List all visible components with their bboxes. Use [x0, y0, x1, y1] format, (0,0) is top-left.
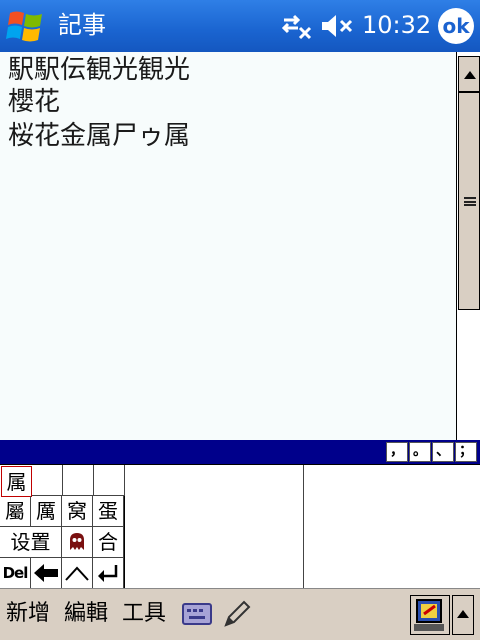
pen-icon[interactable] — [222, 599, 252, 633]
candidate-cell[interactable]: 合 — [93, 527, 124, 558]
note-document[interactable]: 駅駅伝観光観光 櫻花 桜花金属尸ゥ属 — [0, 52, 456, 440]
up-arrow-icon — [457, 610, 469, 618]
empty-cell — [32, 465, 63, 496]
tools-menu[interactable]: 工具 — [122, 599, 166, 629]
edit-menu[interactable]: 編輯 — [64, 599, 108, 629]
app-title: 記事 — [58, 11, 106, 39]
candidate-cell[interactable]: 厲 — [31, 496, 62, 527]
caret-up-icon — [65, 566, 89, 581]
writing-area-divider — [303, 465, 304, 589]
vertical-scrollbar[interactable] — [456, 52, 480, 440]
menu-bar: 新增 編輯 工具 — [0, 588, 480, 640]
grip-icon — [464, 197, 476, 206]
input-panel: 属 屬 厲 窝 蛋 设置 合 Del — [0, 464, 480, 589]
caret-button[interactable] — [62, 558, 93, 589]
title-bar: 記事 10:32 ok — [0, 0, 480, 52]
input-method-menu-button[interactable] — [452, 595, 474, 635]
document-line[interactable]: 駅駅伝観光観光 — [8, 54, 190, 86]
candidate-cell[interactable]: 蛋 — [93, 496, 124, 527]
input-method-icon[interactable] — [410, 595, 450, 635]
input-method-bar: ， 。 、 ； — [0, 440, 480, 464]
scroll-up-arrow-icon — [464, 71, 476, 79]
start-button[interactable] — [0, 0, 52, 52]
scroll-thumb[interactable] — [458, 92, 480, 310]
scroll-up-button[interactable] — [458, 56, 480, 92]
scroll-track[interactable] — [458, 310, 480, 440]
clock[interactable]: 10:32 — [362, 10, 431, 40]
punct-period-button[interactable]: 。 — [409, 442, 431, 462]
punct-enum-comma-button[interactable]: 、 — [432, 442, 454, 462]
selected-char-cell[interactable]: 属 — [1, 466, 32, 497]
speaker-muted-icon[interactable] — [320, 12, 354, 44]
ghost-icon — [70, 533, 84, 550]
new-menu[interactable]: 新增 — [6, 599, 50, 629]
connectivity-icon[interactable] — [280, 12, 312, 44]
document-line[interactable]: 櫻花 — [8, 86, 60, 118]
delete-button[interactable]: Del — [0, 558, 31, 589]
ok-button[interactable]: ok — [438, 8, 474, 44]
document-line[interactable]: 桜花金属尸ゥ属 — [8, 120, 190, 152]
ghost-button[interactable] — [62, 527, 93, 558]
keyboard-icon[interactable] — [182, 602, 212, 630]
empty-cell — [63, 465, 94, 496]
settings-button[interactable]: 设置 — [0, 527, 62, 558]
candidate-cell[interactable]: 屬 — [0, 496, 31, 527]
candidate-grid: 属 屬 厲 窝 蛋 设置 合 Del — [0, 465, 125, 589]
punct-semicolon-button[interactable]: ； — [455, 442, 477, 462]
punct-comma-button[interactable]: ， — [386, 442, 408, 462]
enter-button[interactable] — [93, 558, 124, 589]
enter-icon — [98, 565, 118, 582]
candidate-cell[interactable]: 窝 — [62, 496, 93, 527]
left-arrow-icon — [34, 564, 58, 582]
windows-flag-icon — [6, 11, 42, 42]
empty-cell — [94, 465, 125, 496]
backspace-button[interactable] — [31, 558, 62, 589]
